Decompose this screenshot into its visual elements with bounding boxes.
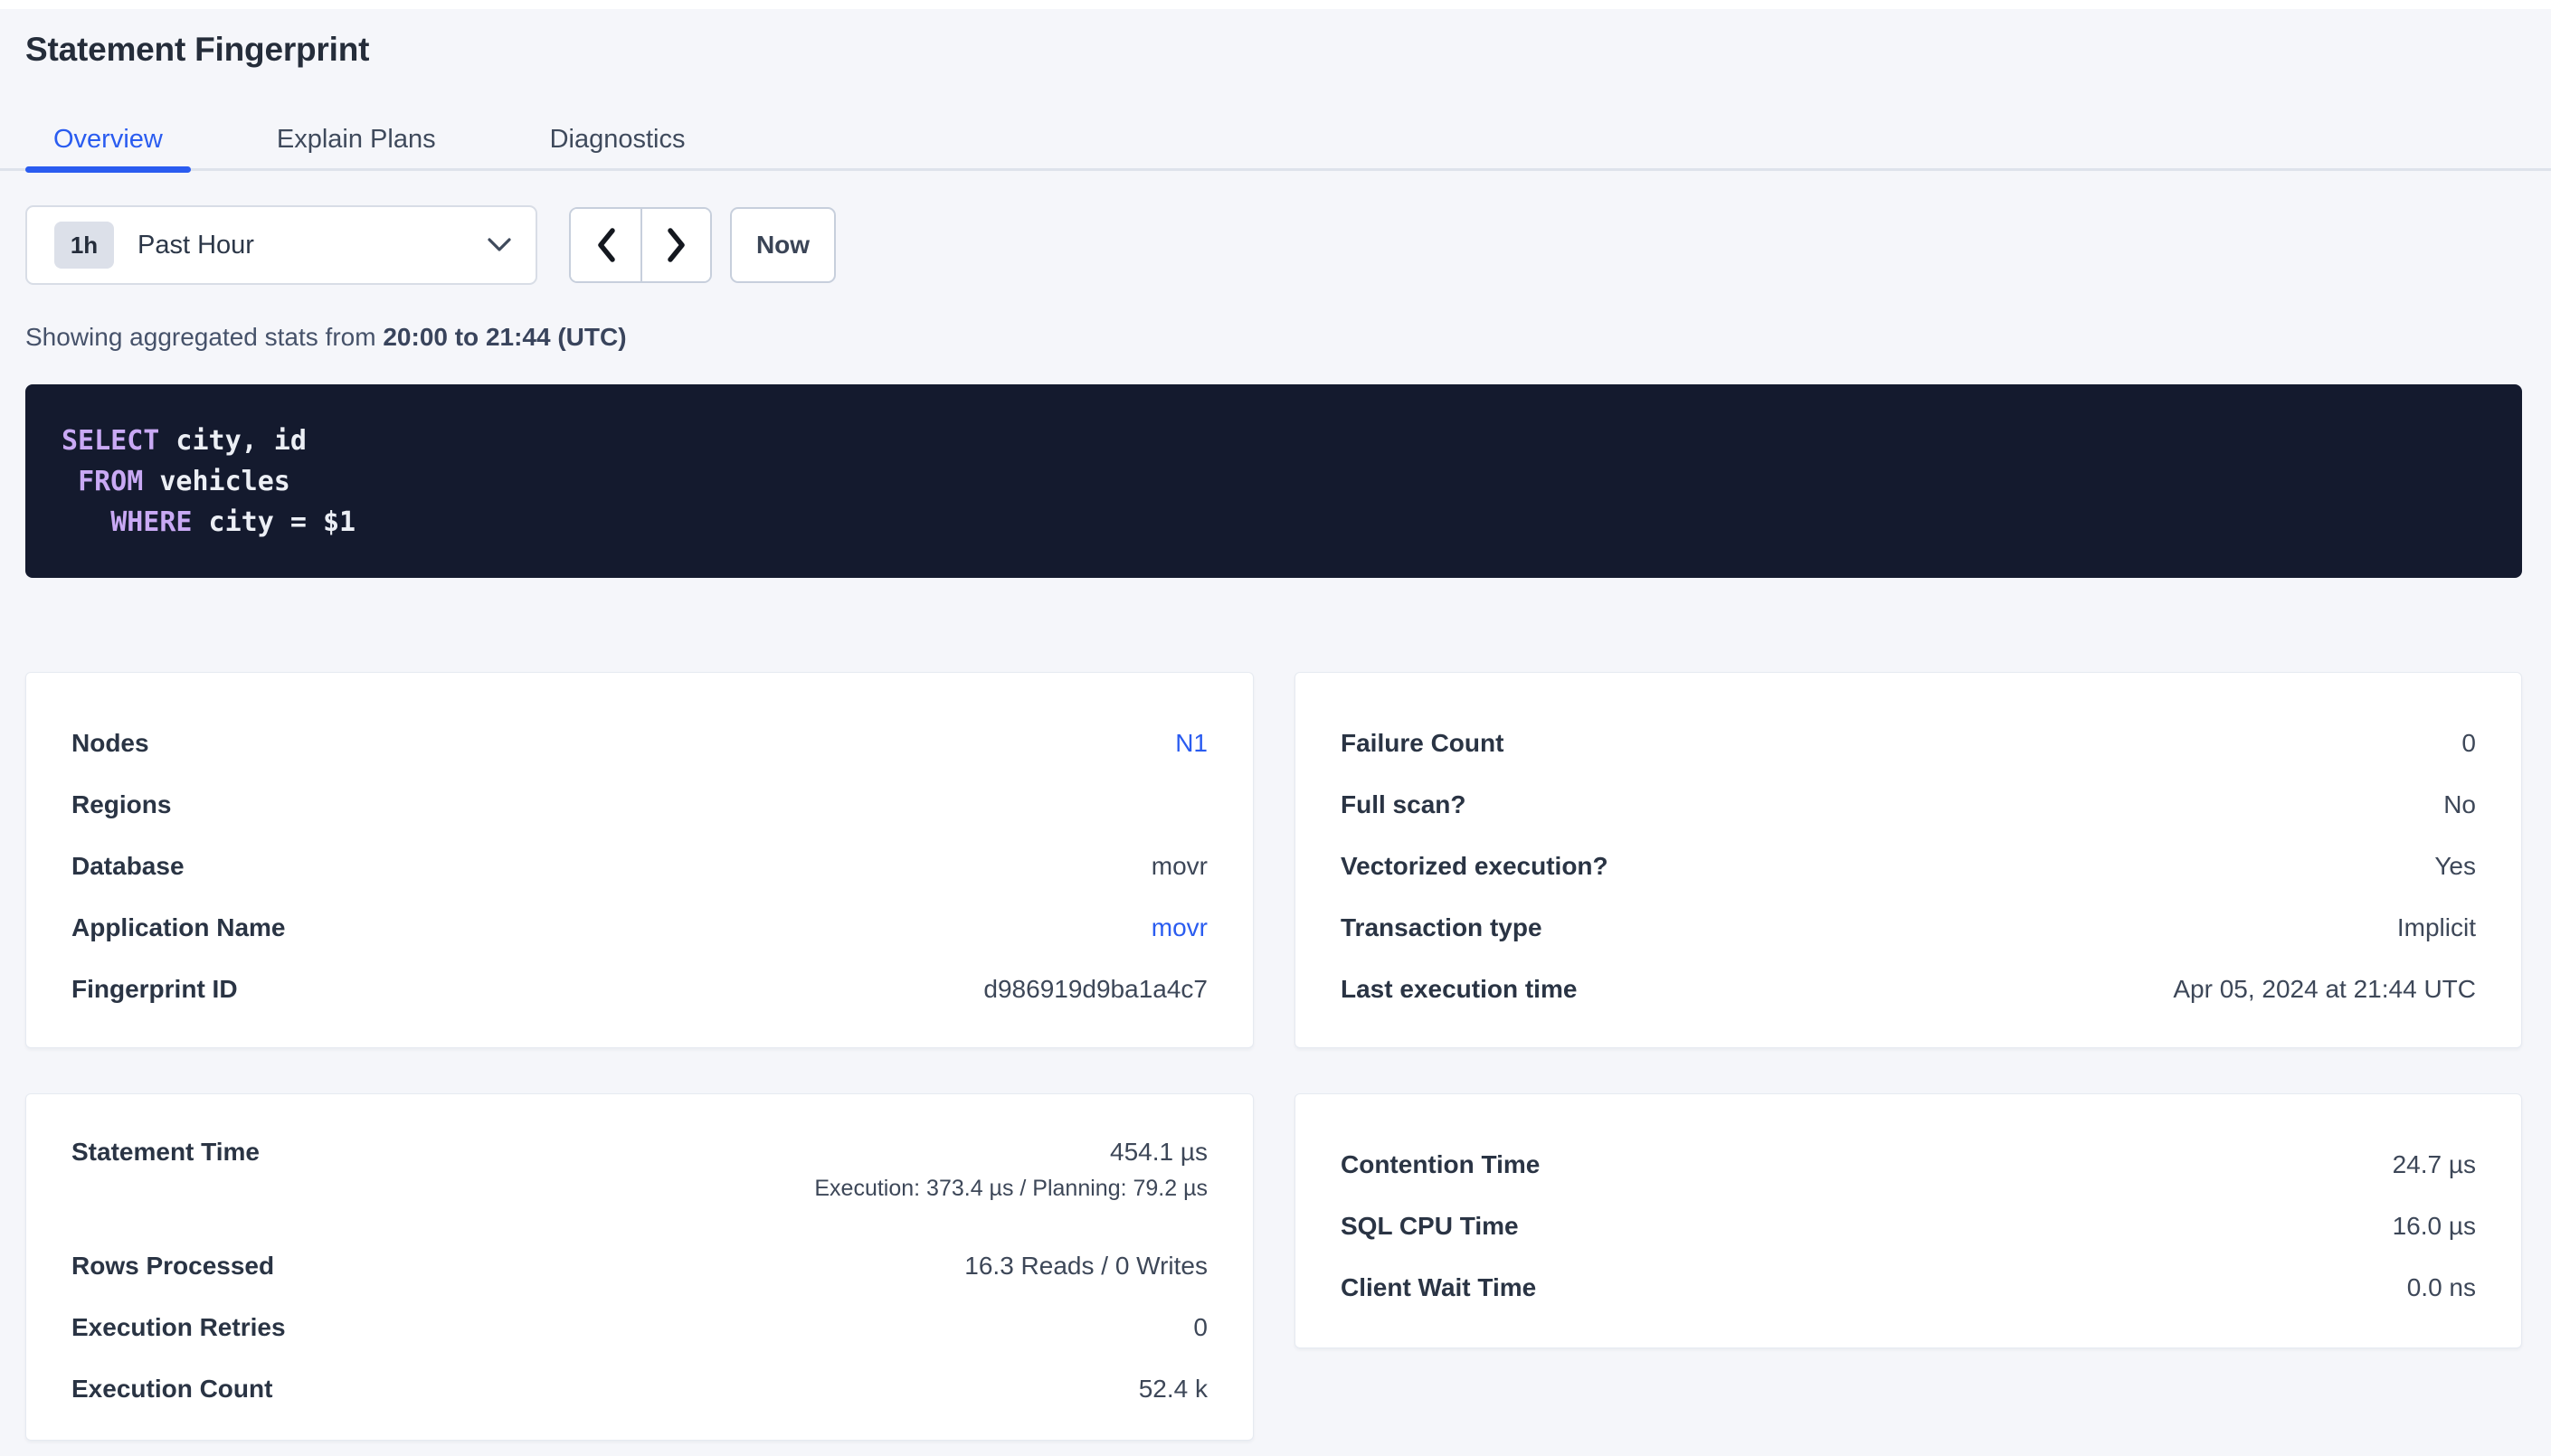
- stat-value: 16.0 µs: [2393, 1212, 2476, 1241]
- stat-label: Execution Retries: [71, 1313, 286, 1342]
- top-strip: [0, 0, 2551, 9]
- row-database: Database movr: [71, 836, 1208, 897]
- aggregated-stats-prefix: Showing aggregated stats from: [25, 323, 383, 351]
- stat-value: 0: [1193, 1313, 1208, 1342]
- stat-label: Rows Processed: [71, 1252, 274, 1281]
- sql-keyword: WHERE: [110, 506, 192, 538]
- stat-label: Application Name: [71, 913, 285, 942]
- timing-breakdown-card: Contention Time 24.7 µs SQL CPU Time 16.…: [1294, 1093, 2522, 1348]
- sql-line: SELECT city, id: [62, 421, 2486, 461]
- tab-explain-plans-label: Explain Plans: [277, 125, 436, 155]
- stat-label: Statement Time: [71, 1134, 260, 1170]
- row-statement-time: Statement Time 454.1 µs Execution: 373.4…: [71, 1134, 1208, 1235]
- prev-interval-button[interactable]: [571, 209, 640, 281]
- stat-label: SQL CPU Time: [1341, 1212, 1519, 1241]
- row-transaction-type: Transaction type Implicit: [1341, 897, 2476, 959]
- tab-bar: Overview Explain Plans Diagnostics: [0, 110, 2551, 171]
- next-interval-button[interactable]: [640, 209, 710, 281]
- tab-diagnostics-label: Diagnostics: [550, 125, 686, 155]
- time-interval-nav: [569, 207, 712, 283]
- chevron-down-icon: [487, 237, 512, 253]
- chevron-right-icon: [667, 228, 687, 262]
- stat-label: Contention Time: [1341, 1150, 1540, 1179]
- stat-value: 52.4 k: [1139, 1375, 1208, 1404]
- row-contention-time: Contention Time 24.7 µs: [1341, 1134, 2476, 1196]
- stat-value: movr: [1152, 852, 1208, 881]
- chevron-left-icon: [596, 228, 616, 262]
- stat-value: 454.1 µs: [1110, 1134, 1208, 1170]
- row-execution-retries: Execution Retries 0: [71, 1297, 1208, 1358]
- aggregated-stats-range: 20:00 to 21:44 (UTC): [383, 323, 626, 351]
- row-nodes: Nodes N1: [71, 713, 1208, 774]
- stat-label: Last execution time: [1341, 975, 1577, 1004]
- row-client-wait-time: Client Wait Time 0.0 ns: [1341, 1257, 2476, 1319]
- tab-overview-label: Overview: [53, 125, 163, 155]
- stat-value: 16.3 Reads / 0 Writes: [964, 1252, 1208, 1281]
- nodes-link[interactable]: N1: [1175, 729, 1208, 758]
- time-range-badge: 1h: [54, 222, 114, 269]
- stat-value: Yes: [2434, 852, 2476, 881]
- stat-label: Client Wait Time: [1341, 1273, 1536, 1302]
- sql-line: FROM vehicles: [62, 461, 2486, 502]
- stat-label: Full scan?: [1341, 790, 1465, 819]
- stat-label: Nodes: [71, 729, 149, 758]
- sql-statement-box: SELECT city, id FROM vehicles WHERE city…: [25, 384, 2522, 578]
- row-last-execution-time: Last execution time Apr 05, 2024 at 21:4…: [1341, 959, 2476, 1020]
- stat-label: Fingerprint ID: [71, 975, 238, 1004]
- row-sql-cpu-time: SQL CPU Time 16.0 µs: [1341, 1196, 2476, 1257]
- stat-value: 0: [2461, 729, 2476, 758]
- statement-time-values: 454.1 µs Execution: 373.4 µs / Planning:…: [814, 1134, 1208, 1206]
- stat-label: Regions: [71, 790, 171, 819]
- stat-value: 24.7 µs: [2393, 1150, 2476, 1179]
- row-vectorized-execution: Vectorized execution? Yes: [1341, 836, 2476, 897]
- time-picker-row: 1h Past Hour Now: [25, 205, 2522, 285]
- statement-performance-card: Statement Time 454.1 µs Execution: 373.4…: [25, 1093, 1254, 1441]
- stat-label: Execution Count: [71, 1375, 272, 1404]
- overview-details-card: Nodes N1 Regions Database movr Applicati…: [25, 672, 1254, 1048]
- stat-label: Database: [71, 852, 185, 881]
- row-regions: Regions: [71, 774, 1208, 836]
- now-button[interactable]: Now: [730, 207, 836, 283]
- statement-fingerprint-page: Statement Fingerprint Overview Explain P…: [0, 29, 2551, 1441]
- tab-diagnostics[interactable]: Diagnostics: [522, 110, 714, 168]
- time-range-dropdown[interactable]: 1h Past Hour: [25, 205, 537, 285]
- stat-value: d986919d9ba1a4c7: [983, 975, 1208, 1004]
- row-rows-processed: Rows Processed 16.3 Reads / 0 Writes: [71, 1235, 1208, 1297]
- stat-value: Implicit: [2397, 913, 2476, 942]
- sql-keyword: FROM: [78, 466, 143, 497]
- row-full-scan: Full scan? No: [1341, 774, 2476, 836]
- time-range-selected-value: Past Hour: [138, 231, 487, 260]
- aggregated-stats-line: Showing aggregated stats from 20:00 to 2…: [25, 323, 2522, 352]
- row-fingerprint-id: Fingerprint ID d986919d9ba1a4c7: [71, 959, 1208, 1020]
- tab-explain-plans[interactable]: Explain Plans: [249, 110, 464, 168]
- stat-value: 0.0 ns: [2407, 1273, 2476, 1302]
- stats-cards-grid: Nodes N1 Regions Database movr Applicati…: [25, 672, 2522, 1441]
- stat-label: Failure Count: [1341, 729, 1503, 758]
- row-application-name: Application Name movr: [71, 897, 1208, 959]
- stat-subvalue: Execution: 373.4 µs / Planning: 79.2 µs: [814, 1170, 1208, 1206]
- execution-attributes-card: Failure Count 0 Full scan? No Vectorized…: [1294, 672, 2522, 1048]
- row-failure-count: Failure Count 0: [1341, 713, 2476, 774]
- tab-overview[interactable]: Overview: [25, 110, 191, 168]
- sql-line: WHERE city = $1: [62, 502, 2486, 543]
- stat-value: No: [2443, 790, 2476, 819]
- stat-label: Transaction type: [1341, 913, 1542, 942]
- stat-label: Vectorized execution?: [1341, 852, 1608, 881]
- stat-value: Apr 05, 2024 at 21:44 UTC: [2173, 975, 2476, 1004]
- page-title: Statement Fingerprint: [25, 29, 2522, 71]
- row-execution-count: Execution Count 52.4 k: [71, 1358, 1208, 1420]
- sql-keyword: SELECT: [62, 425, 159, 457]
- application-name-link[interactable]: movr: [1152, 913, 1208, 942]
